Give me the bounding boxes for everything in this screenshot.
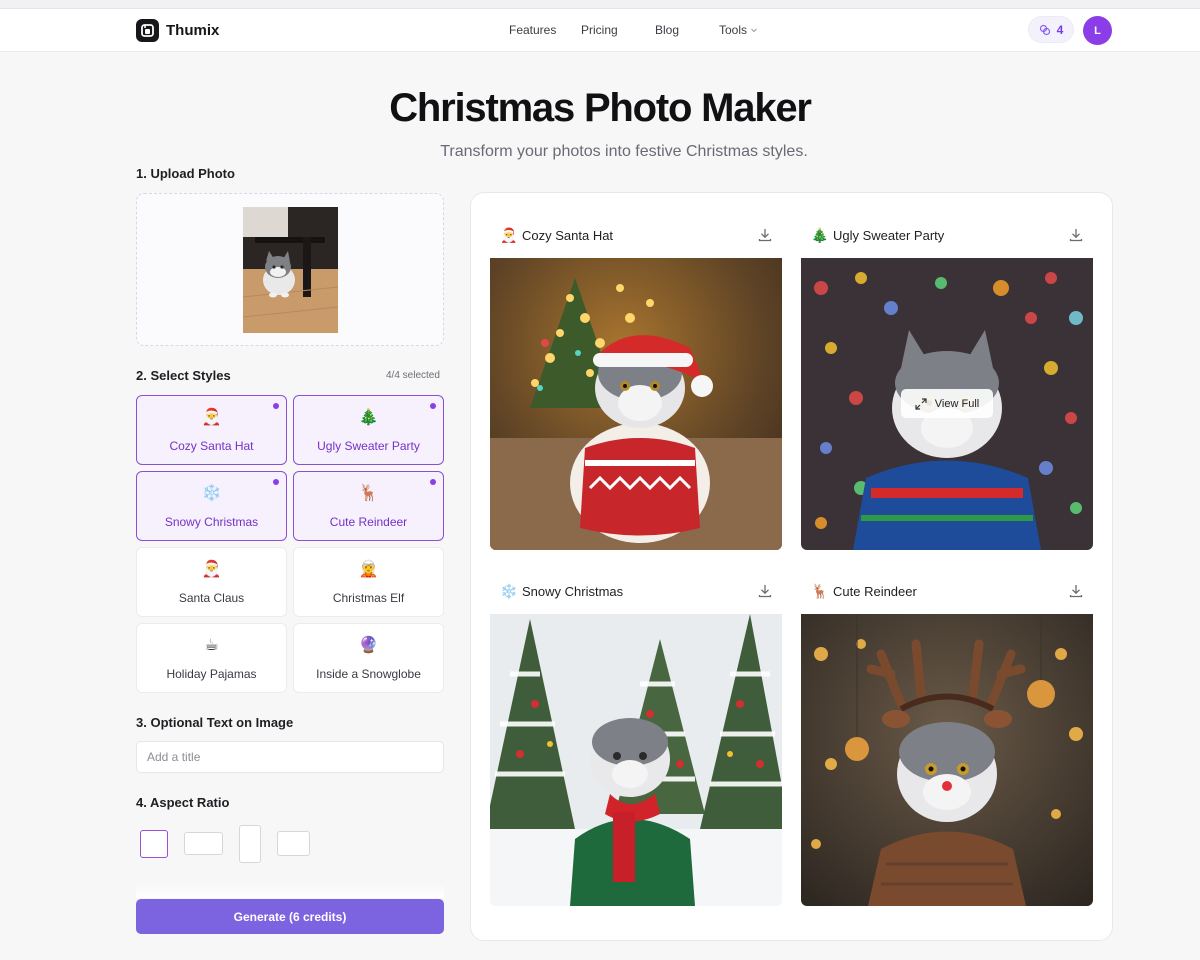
christmas-tree-icon: 🎄 [358, 409, 379, 426]
nav-tools-label: Tools [719, 23, 748, 37]
style-label: Ugly Sweater Party [317, 439, 420, 453]
brand-name: Thumix [166, 22, 220, 39]
aspect-ratio-landscape[interactable] [184, 832, 223, 855]
style-label: Inside a Snowglobe [316, 667, 421, 681]
aspect-ratio-portrait[interactable] [239, 825, 261, 863]
nav-tools-dropdown[interactable]: Tools [719, 23, 758, 37]
results-panel: 🎅 Cozy Santa Hat 🎄 Ugly Sweater Party Vi… [470, 192, 1113, 941]
result-image[interactable] [801, 614, 1093, 906]
snowflake-icon: ❄️ [500, 583, 518, 599]
style-option-holiday-pajamas[interactable]: ☕ Holiday Pajamas [136, 623, 287, 693]
result-title: Cozy Santa Hat [522, 228, 614, 243]
result-header: ❄️ Snowy Christmas [490, 569, 782, 614]
crystal-ball-icon: 🔮 [358, 637, 379, 654]
style-label: Cute Reindeer [329, 515, 408, 529]
santa-icon: 🎅 [201, 561, 222, 578]
style-option-cozy-santa-hat[interactable]: 🎅 Cozy Santa Hat [136, 395, 287, 465]
style-option-christmas-elf[interactable]: 🧝 Christmas Elf [293, 547, 444, 617]
upload-heading: 1. Upload Photo [136, 166, 235, 181]
style-option-snowy-christmas[interactable]: ❄️ Snowy Christmas [136, 471, 287, 541]
avatar[interactable]: L [1083, 16, 1112, 45]
page-title: Christmas Photo Maker [389, 86, 812, 130]
result-title: Cute Reindeer [833, 584, 917, 599]
style-label: Santa Claus [178, 591, 245, 605]
style-option-cute-reindeer[interactable]: 🦌 Cute Reindeer [293, 471, 444, 541]
aspect-ratio-square[interactable] [140, 830, 168, 858]
result-header: 🎅 Cozy Santa Hat [490, 213, 782, 258]
generate-button[interactable]: Generate (6 credits) [136, 899, 444, 934]
top-navbar: Thumix Features Pricing Blog Tools 4 L [0, 9, 1200, 52]
expand-icon [915, 397, 927, 410]
page-subtitle: Transform your photos into festive Chris… [440, 143, 808, 160]
reindeer-icon: 🦌 [811, 583, 829, 599]
styles-heading: 2. Select Styles [136, 368, 231, 383]
style-option-inside-a-snowglobe[interactable]: 🔮 Inside a Snowglobe [293, 623, 444, 693]
uploaded-photo-thumbnail [243, 207, 338, 333]
elf-icon: 🧝 [358, 561, 379, 578]
nav-link-pricing[interactable]: Pricing [581, 23, 655, 37]
style-label: Christmas Elf [332, 591, 405, 605]
reindeer-icon: 🦌 [358, 485, 379, 502]
aspect-ratio-wide[interactable] [277, 831, 310, 856]
santa-icon: 🎅 [201, 409, 222, 426]
brand[interactable]: Thumix [136, 19, 219, 42]
result-card-cute-reindeer: 🦌 Cute Reindeer [801, 569, 1093, 906]
browser-top-strip [0, 0, 1200, 9]
result-card-cozy-santa-hat: 🎅 Cozy Santa Hat [490, 213, 782, 550]
result-card-ugly-sweater-party: 🎄 Ugly Sweater Party View Full [801, 213, 1093, 550]
chevron-down-icon [751, 28, 758, 33]
nav-link-blog[interactable]: Blog [655, 23, 693, 37]
result-image[interactable] [490, 614, 782, 906]
upload-dropzone[interactable] [136, 193, 444, 346]
credits-count: 4 [1056, 22, 1064, 37]
result-header: 🎄 Ugly Sweater Party [801, 213, 1093, 258]
result-title: Snowy Christmas [522, 584, 624, 599]
hot-beverage-icon: ☕ [204, 637, 219, 654]
styles-selected-count: 4/4 selected [386, 370, 440, 381]
credits-badge[interactable]: 4 [1028, 16, 1074, 43]
text-heading: 3. Optional Text on Image [136, 715, 294, 730]
download-icon[interactable] [757, 227, 773, 243]
download-icon[interactable] [1068, 227, 1084, 243]
download-icon[interactable] [757, 583, 773, 599]
style-label: Holiday Pajamas [166, 667, 257, 681]
result-image[interactable]: View Full [801, 258, 1093, 550]
christmas-tree-icon: 🎄 [811, 227, 829, 243]
result-header: 🦌 Cute Reindeer [801, 569, 1093, 614]
style-label: Cozy Santa Hat [169, 439, 254, 453]
download-icon[interactable] [1068, 583, 1084, 599]
style-option-ugly-sweater-party[interactable]: 🎄 Ugly Sweater Party [293, 395, 444, 465]
result-image[interactable] [490, 258, 782, 550]
aspect-ratio-heading: 4. Aspect Ratio [136, 795, 230, 810]
brand-logo-icon [136, 19, 159, 42]
nav-link-features[interactable]: Features [509, 23, 581, 37]
view-full-button[interactable]: View Full [901, 389, 993, 418]
result-title: Ugly Sweater Party [833, 228, 945, 243]
style-label: Snowy Christmas [164, 515, 259, 529]
snowflake-icon: ❄️ [201, 485, 222, 502]
generate-fade [136, 884, 444, 898]
view-full-label: View Full [934, 397, 980, 410]
result-card-snowy-christmas: ❄️ Snowy Christmas [490, 569, 782, 906]
nav-links: Features Pricing Blog Tools [509, 23, 758, 37]
credits-icon [1039, 24, 1050, 35]
title-text-input[interactable] [136, 741, 444, 773]
style-option-santa-claus[interactable]: 🎅 Santa Claus [136, 547, 287, 617]
santa-icon: 🎅 [500, 227, 518, 243]
